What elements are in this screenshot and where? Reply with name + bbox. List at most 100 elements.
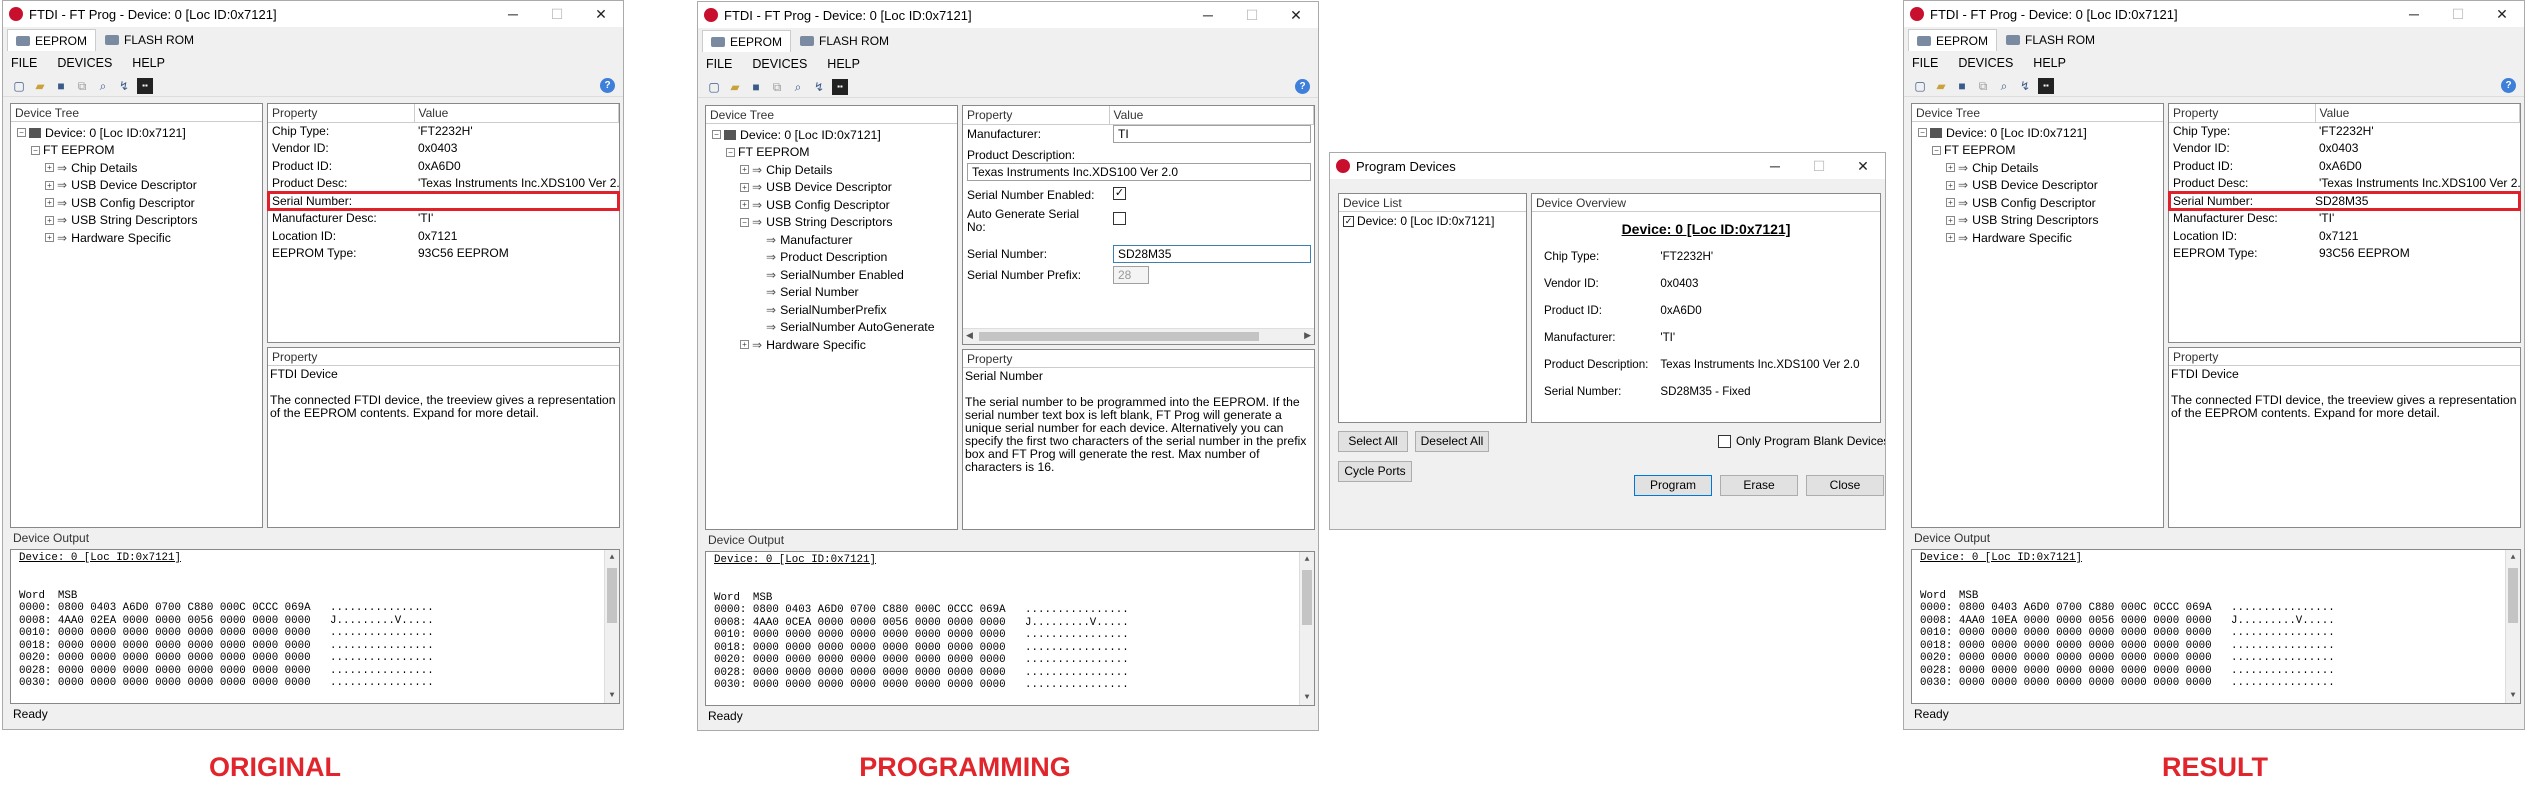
console-icon[interactable]: ▪▪ <box>137 77 153 94</box>
expand-icon[interactable]: + <box>740 340 749 350</box>
serial-number-enabled-checkbox[interactable]: ✓ <box>1113 187 1126 200</box>
scroll-down-icon[interactable]: ▼ <box>605 688 619 703</box>
tree-node-eeprom[interactable]: − FT EEPROM <box>1918 142 2163 160</box>
tree-node-serial-number[interactable]: ⇒ Serial Number <box>712 284 957 302</box>
copy-icon[interactable]: ⧉ <box>1975 78 1991 94</box>
program-button[interactable]: Program <box>1634 475 1712 496</box>
scroll-thumb[interactable] <box>2508 568 2518 623</box>
scroll-right-icon[interactable]: ▶ <box>1304 330 1311 341</box>
open-folder-icon[interactable]: ▰ <box>32 78 48 94</box>
tab-eeprom[interactable]: EEPROM <box>702 30 792 52</box>
expand-icon[interactable]: + <box>740 182 749 192</box>
device-output-console[interactable]: Device: 0 [Loc ID:0x7121] Word MSB 0000: … <box>1911 549 2521 704</box>
horizontal-scrollbar[interactable]: ◀ ▶ <box>963 328 1314 344</box>
save-icon[interactable]: ■ <box>1954 78 1970 94</box>
expand-icon[interactable]: + <box>45 163 54 173</box>
device-output-console[interactable]: Device: 0 [Loc ID:0x7121] Word MSB 0000: … <box>705 551 1315 706</box>
manufacturer-input[interactable]: TI <box>1113 125 1311 143</box>
console-scrollbar[interactable]: ▲ ▼ <box>1299 552 1314 705</box>
expand-icon[interactable]: + <box>1946 215 1955 225</box>
tree-node-chip-details[interactable]: + ⇒ Chip Details <box>17 159 262 177</box>
device-list-item[interactable]: ✓ Device: 0 [Loc ID:0x7121] <box>1339 212 1526 230</box>
collapse-icon[interactable]: − <box>31 145 40 155</box>
tab-flash-rom[interactable]: FLASH ROM <box>791 30 898 52</box>
maximize-button[interactable]: ☐ <box>1797 153 1841 179</box>
close-window-button[interactable]: ✕ <box>2480 1 2524 27</box>
expand-icon[interactable]: + <box>45 180 54 190</box>
auto-generate-checkbox[interactable] <box>1113 212 1126 225</box>
menu-file[interactable]: FILE <box>706 57 732 71</box>
expand-icon[interactable]: + <box>1946 180 1955 190</box>
save-icon[interactable]: ■ <box>748 79 764 95</box>
tree-node-device[interactable]: − Device: 0 [Loc ID:0x7121] <box>1918 124 2163 142</box>
tab-eeprom[interactable]: EEPROM <box>7 29 97 51</box>
expand-icon[interactable]: + <box>740 200 749 210</box>
tree-node-hardware-specific[interactable]: + ⇒ Hardware Specific <box>1918 229 2163 247</box>
tree-node-usb-config-descriptor[interactable]: + ⇒ USB Config Descriptor <box>712 196 957 214</box>
tree-node-usb-config-descriptor[interactable]: + ⇒ USB Config Descriptor <box>17 194 262 212</box>
console-scrollbar[interactable]: ▲ ▼ <box>2505 550 2520 703</box>
tree-node-usb-device-descriptor[interactable]: + ⇒ USB Device Descriptor <box>712 179 957 197</box>
expand-icon[interactable]: + <box>45 215 54 225</box>
tree-node-eeprom[interactable]: − FT EEPROM <box>712 144 957 162</box>
menu-file[interactable]: FILE <box>1912 56 1938 70</box>
scroll-thumb[interactable] <box>979 332 1259 341</box>
collapse-icon[interactable]: − <box>740 217 749 227</box>
console-icon[interactable]: ▪▪ <box>2038 77 2054 94</box>
search-icon[interactable]: ⌕ <box>95 78 111 94</box>
tab-eeprom[interactable]: EEPROM <box>1908 29 1998 51</box>
expand-icon[interactable]: + <box>45 233 54 243</box>
copy-icon[interactable]: ⧉ <box>769 79 785 95</box>
console-icon[interactable]: ▪▪ <box>832 78 848 95</box>
tree-node-usb-string-descriptors[interactable]: + ⇒ USB String Descriptors <box>1918 212 2163 230</box>
expand-icon[interactable]: + <box>740 165 749 175</box>
open-folder-icon[interactable]: ▰ <box>1933 78 1949 94</box>
tree-node-usb-config-descriptor[interactable]: + ⇒ USB Config Descriptor <box>1918 194 2163 212</box>
minimize-button[interactable]: ─ <box>2392 1 2436 27</box>
only-blank-checkbox[interactable] <box>1718 435 1731 449</box>
help-icon[interactable]: ? <box>600 78 615 93</box>
program-icon[interactable]: ↯ <box>811 79 827 95</box>
minimize-button[interactable]: ─ <box>491 1 535 27</box>
open-folder-icon[interactable]: ▰ <box>727 79 743 95</box>
search-icon[interactable]: ⌕ <box>1996 78 2012 94</box>
expand-icon[interactable]: + <box>45 198 54 208</box>
scroll-up-icon[interactable]: ▲ <box>1300 552 1314 567</box>
close-button[interactable]: Close <box>1806 475 1884 496</box>
tree-node-serialnumber-prefix[interactable]: ⇒ SerialNumberPrefix <box>712 301 957 319</box>
deselect-all-button[interactable]: Deselect All <box>1415 431 1489 452</box>
maximize-button[interactable]: ☐ <box>1230 2 1274 28</box>
scroll-down-icon[interactable]: ▼ <box>1300 690 1314 705</box>
erase-button[interactable]: Erase <box>1720 475 1798 496</box>
collapse-icon[interactable]: − <box>726 147 735 157</box>
expand-icon[interactable]: + <box>1946 198 1955 208</box>
maximize-button[interactable]: ☐ <box>535 1 579 27</box>
minimize-button[interactable]: ─ <box>1753 153 1797 179</box>
menu-help[interactable]: HELP <box>132 56 165 70</box>
tree-node-eeprom[interactable]: − FT EEPROM <box>17 142 262 160</box>
collapse-icon[interactable]: − <box>712 130 721 140</box>
copy-icon[interactable]: ⧉ <box>74 78 90 94</box>
expand-icon[interactable]: + <box>1946 233 1955 243</box>
help-icon[interactable]: ? <box>2501 78 2516 93</box>
tree-node-serialnumber-autogenerate[interactable]: ⇒ SerialNumber AutoGenerate <box>712 319 957 337</box>
tab-flash-rom[interactable]: FLASH ROM <box>1997 29 2104 51</box>
console-scrollbar[interactable]: ▲ ▼ <box>604 550 619 703</box>
scroll-up-icon[interactable]: ▲ <box>2506 550 2520 565</box>
new-file-icon[interactable]: ▢ <box>11 78 27 94</box>
tree-node-usb-string-descriptors[interactable]: + ⇒ USB String Descriptors <box>17 212 262 230</box>
tree-node-device[interactable]: − Device: 0 [Loc ID:0x7121] <box>712 126 957 144</box>
tree-node-chip-details[interactable]: + ⇒ Chip Details <box>712 161 957 179</box>
tab-flash-rom[interactable]: FLASH ROM <box>96 29 203 51</box>
serial-number-prefix-input[interactable]: 28 <box>1113 266 1149 284</box>
new-file-icon[interactable]: ▢ <box>1912 78 1928 94</box>
menu-devices[interactable]: DEVICES <box>1958 56 2013 70</box>
tree-node-serialnumber-enabled[interactable]: ⇒ SerialNumber Enabled <box>712 266 957 284</box>
collapse-icon[interactable]: − <box>1932 145 1941 155</box>
cycle-ports-button[interactable]: Cycle Ports <box>1338 461 1412 482</box>
tree-node-usb-device-descriptor[interactable]: + ⇒ USB Device Descriptor <box>1918 177 2163 195</box>
scroll-left-icon[interactable]: ◀ <box>966 330 973 341</box>
menu-help[interactable]: HELP <box>827 57 860 71</box>
program-icon[interactable]: ↯ <box>116 78 132 94</box>
help-icon[interactable]: ? <box>1295 79 1310 94</box>
